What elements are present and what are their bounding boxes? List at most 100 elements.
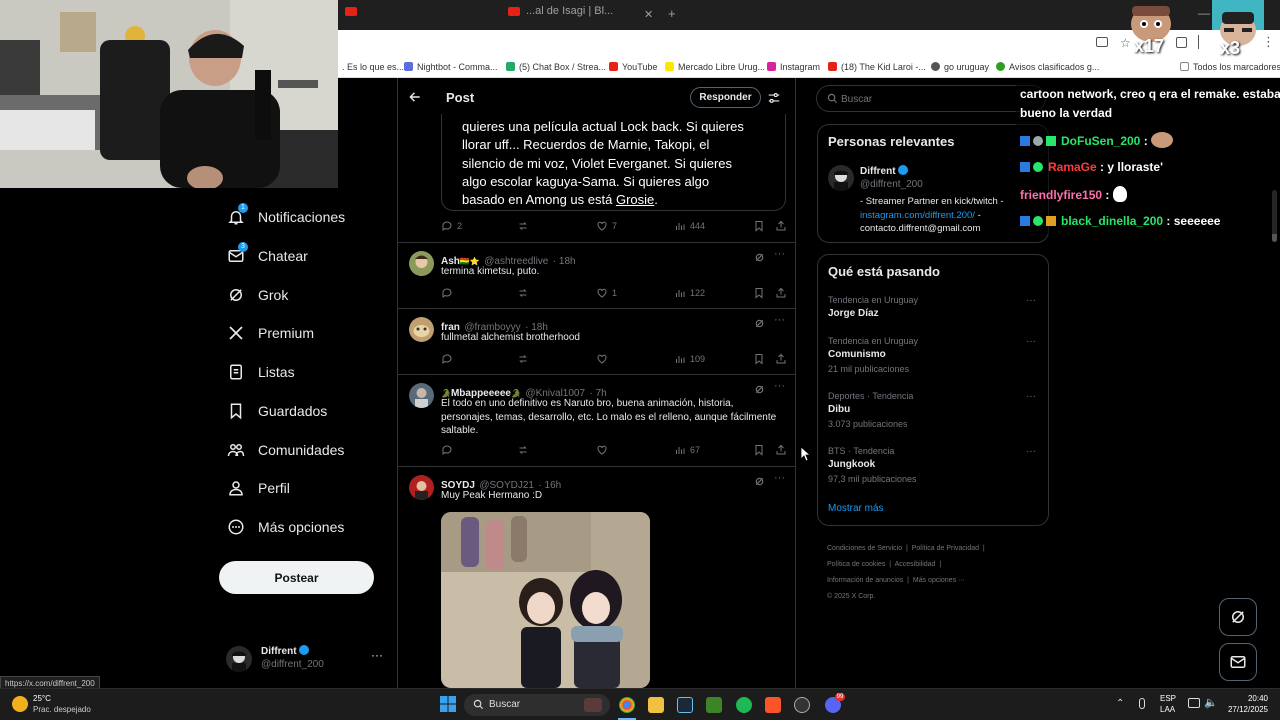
microphone-icon[interactable] [1139, 698, 1145, 709]
messages-float-button[interactable] [1219, 643, 1257, 681]
share-action[interactable] [775, 220, 791, 232]
windows-start-icon[interactable] [440, 696, 456, 712]
footer-link[interactable]: Accesibilidad [895, 561, 936, 568]
avatar[interactable] [828, 165, 854, 191]
filter-icon[interactable] [767, 91, 781, 105]
repost-action[interactable] [517, 444, 533, 456]
bookmark-action[interactable] [753, 287, 769, 299]
bookmark-item[interactable]: Instagram [767, 62, 820, 72]
like-action[interactable]: 7 [596, 220, 617, 232]
weather-temp[interactable]: 25°C [33, 694, 51, 703]
bookmark-action[interactable] [753, 353, 769, 365]
more-icon[interactable]: ··· [1026, 336, 1036, 347]
browser-tab[interactable] [345, 5, 495, 25]
minimize-icon[interactable]: — [1198, 6, 1210, 20]
like-action[interactable] [596, 353, 612, 365]
reply-action[interactable] [441, 353, 457, 365]
network-icon[interactable] [1188, 698, 1200, 708]
steam-icon[interactable] [677, 697, 693, 713]
more-icon[interactable]: ··· [774, 248, 785, 260]
like-action[interactable] [596, 444, 612, 456]
trend-item[interactable]: Tendencia en Uruguay Comunismo 21 mil pu… [818, 334, 1050, 374]
grok-float-button[interactable] [1219, 598, 1257, 636]
post-button[interactable]: Postear [219, 561, 374, 594]
reply-action[interactable] [441, 444, 457, 456]
nav-profile[interactable]: Perfil [226, 473, 290, 503]
spotify-icon[interactable] [736, 697, 752, 713]
all-bookmarks[interactable]: Todos los marcadores [1180, 62, 1280, 72]
footer-link[interactable]: Política de cookies [827, 561, 885, 568]
bookmark-item[interactable]: Nightbot - Comma... [404, 62, 498, 72]
nav-grok[interactable]: Grok [226, 280, 288, 310]
clock-date[interactable]: 27/12/2025 [1218, 705, 1268, 714]
bookmark-item[interactable]: (5) Chat Box / Strea... [506, 62, 606, 72]
views-action[interactable]: 109 [674, 353, 705, 365]
brave-icon[interactable] [765, 697, 781, 713]
nav-communities[interactable]: Comunidades [226, 435, 344, 465]
post-text-image[interactable]: quieres una película actual Lock back. S… [441, 114, 786, 211]
reply-tweet[interactable]: Ash🇧🇴⭐ @ashtreedlive · 18h ··· termina k… [398, 243, 795, 309]
repost-action[interactable] [517, 353, 533, 365]
like-action[interactable]: 1 [596, 287, 617, 299]
share-action[interactable] [775, 444, 791, 456]
reply-tweet[interactable]: fran @framboyyy · 18h ··· fullmetal alch… [398, 309, 795, 375]
grok-icon[interactable] [754, 476, 765, 487]
bookmark-item[interactable]: (18) The Kid Laroi -... [828, 62, 926, 72]
nav-notifications[interactable]: 1 Notificaciones [226, 202, 345, 232]
bookmark-item[interactable]: Avisos clasificados g... [996, 62, 1099, 72]
reply-tweet[interactable]: SOYDJ @SOYDJ21 · 16h ··· Muy Peak Herman… [398, 467, 795, 688]
bookmark-action[interactable] [753, 220, 769, 232]
nav-more[interactable]: Más opciones [226, 512, 344, 542]
more-icon[interactable]: ··· [1026, 446, 1036, 457]
nav-chat[interactable]: 3 Chatear [226, 241, 308, 271]
nav-lists[interactable]: Listas [226, 357, 295, 387]
share-action[interactable] [775, 353, 791, 365]
show-more-link[interactable]: Mostrar más [828, 503, 884, 514]
trend-item[interactable]: BTS · Tendencia Jungkook 97,3 mil public… [818, 444, 1050, 484]
bookmark-action[interactable] [753, 444, 769, 456]
chevron-up-icon[interactable]: ⌃ [1116, 698, 1124, 709]
more-icon[interactable]: ··· [774, 380, 785, 392]
relevant-handle[interactable]: @diffrent_200 [860, 179, 923, 190]
post-link[interactable]: Grosie [616, 192, 654, 207]
language-indicator[interactable]: ESP [1160, 694, 1176, 703]
footer-link[interactable]: Política de Privacidad [912, 545, 979, 552]
language-layout[interactable]: LAA [1160, 705, 1175, 714]
reply-action[interactable]: 2 [441, 220, 462, 232]
trend-item[interactable]: Deportes · Tendencia Dibu 3.073 publicac… [818, 389, 1050, 429]
volume-icon[interactable]: 🔈 [1204, 696, 1218, 709]
account-switcher[interactable]: Diffrent @diffrent_200 ··· [226, 644, 386, 676]
trend-item[interactable]: Tendencia en Uruguay Jorge Díaz ··· [818, 293, 1050, 323]
footer-link[interactable]: Información de anuncios [827, 577, 903, 584]
views-action[interactable]: 67 [674, 444, 700, 456]
bookmark-item[interactable]: go uruguay [931, 62, 989, 72]
bookmark-item[interactable]: . Es lo que es... [342, 62, 404, 72]
footer-link[interactable]: Más opciones ··· [913, 577, 965, 584]
bio-link[interactable]: instagram.com/diffrent.200/ [860, 210, 975, 221]
relevant-name[interactable]: Diffrent [860, 165, 909, 177]
reply-button[interactable]: Responder [690, 87, 761, 108]
tab-close-icon[interactable]: ✕ [644, 8, 653, 21]
share-action[interactable] [775, 287, 791, 299]
nav-premium[interactable]: Premium [226, 318, 314, 348]
reply-tweet[interactable]: 🐊Mbappeeeee🐊 @Knival1007 · 7h ··· El tod… [398, 375, 795, 467]
grok-icon[interactable] [754, 384, 765, 395]
nav-bookmarks[interactable]: Guardados [226, 396, 327, 426]
more-icon[interactable]: ··· [774, 314, 785, 326]
more-icon[interactable]: ··· [774, 472, 785, 484]
taskbar-search[interactable]: Buscar [464, 694, 610, 716]
grok-icon[interactable] [754, 252, 765, 263]
file-explorer-icon[interactable] [648, 697, 664, 713]
footer-link[interactable]: Condiciones de Servicio [827, 545, 902, 552]
browser-tab[interactable]: ...al de Isagi | Bl... [508, 5, 648, 25]
tweet-time[interactable]: · 18h [553, 256, 576, 267]
views-action[interactable]: 444 [674, 220, 705, 232]
weather-desc[interactable]: Prac. despejado [33, 705, 91, 714]
install-app-icon[interactable] [1096, 37, 1108, 47]
search-input[interactable] [841, 91, 1021, 107]
reply-action[interactable] [441, 287, 457, 299]
bookmark-item[interactable]: Mercado Libre Urug... [665, 62, 765, 72]
repost-action[interactable] [517, 220, 533, 232]
clock-time[interactable]: 20:40 [1228, 694, 1268, 703]
tweet-image[interactable] [441, 512, 650, 688]
